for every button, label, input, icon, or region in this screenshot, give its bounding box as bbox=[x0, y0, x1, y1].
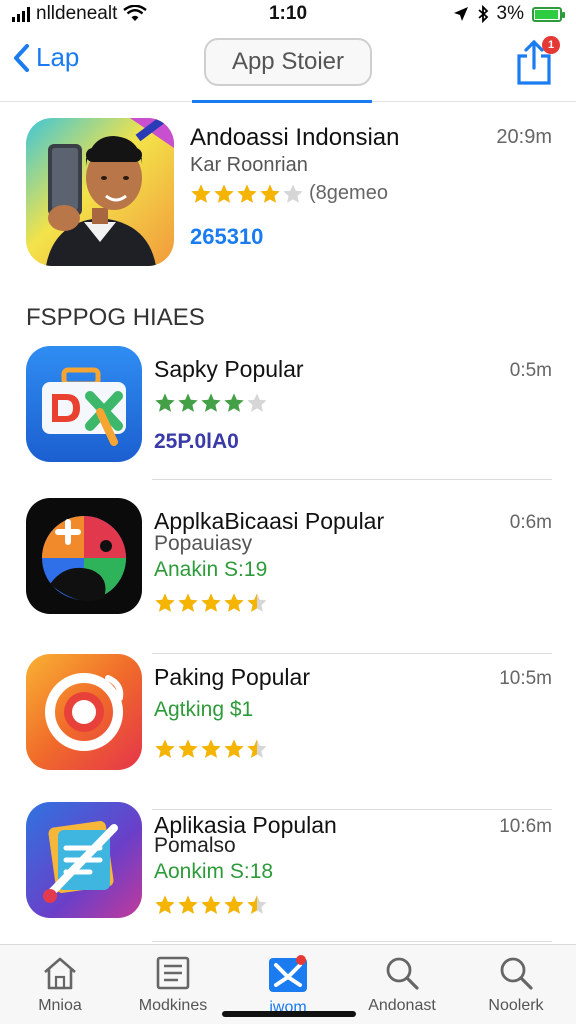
featured-app-price[interactable]: 265310 bbox=[190, 224, 263, 250]
list-item[interactable]: Aplikasia Populan 10:6m Pomalso Aonkim S… bbox=[26, 802, 556, 942]
list-item[interactable]: Sapky Popular 0:5m 25P.0lA0 bbox=[26, 346, 556, 480]
featured-app-name: Andoassi Indonsian bbox=[190, 124, 400, 151]
tab-search[interactable]: Andonast bbox=[352, 955, 452, 1015]
star-icon bbox=[155, 593, 175, 612]
star-icon bbox=[191, 183, 211, 203]
tab-apps[interactable]: iwom bbox=[238, 955, 338, 1017]
app-rating bbox=[154, 592, 269, 614]
star-icon bbox=[247, 393, 267, 412]
home-indicator bbox=[222, 1011, 356, 1017]
tab-label: Mnioa bbox=[38, 997, 82, 1014]
star-icon bbox=[178, 393, 198, 412]
featured-app-time: 20:9m bbox=[496, 126, 552, 148]
tab-home[interactable]: Mnioa bbox=[10, 955, 110, 1015]
app-rating bbox=[154, 894, 269, 916]
star-icon bbox=[201, 593, 221, 612]
star-icon bbox=[155, 393, 175, 412]
chevron-left-icon bbox=[14, 43, 29, 72]
featured-app-subtitle: Kar Roonrian bbox=[190, 154, 308, 176]
app-name: Sapky Popular bbox=[154, 356, 304, 382]
battery-icon bbox=[532, 6, 565, 22]
star-icon bbox=[178, 739, 198, 758]
share-button[interactable]: 1 bbox=[514, 36, 560, 86]
app-rating bbox=[154, 738, 269, 760]
app-subtitle: Pomalso bbox=[154, 834, 236, 857]
battery-percent: 3% bbox=[496, 3, 524, 24]
app-time: 10:5m bbox=[499, 668, 552, 689]
app-name: ApplkaBicaasi Popular bbox=[154, 508, 385, 534]
app-icon bbox=[26, 654, 142, 770]
tab-list[interactable]: Modkines bbox=[123, 955, 223, 1015]
app-time: 10:6m bbox=[499, 816, 552, 837]
app-time: 0:6m bbox=[509, 512, 552, 533]
app-rating bbox=[154, 392, 269, 414]
star-icon bbox=[178, 895, 198, 914]
tab-label: Andonast bbox=[368, 997, 436, 1014]
star-rating bbox=[154, 738, 269, 760]
featured-app-image bbox=[26, 118, 174, 266]
divider bbox=[152, 941, 552, 942]
star-icon bbox=[201, 739, 221, 758]
featured-rating-count: (8gemeo bbox=[309, 182, 388, 204]
status-right: 3% bbox=[453, 3, 565, 25]
app-price[interactable]: 25P.0lA0 bbox=[154, 430, 239, 454]
star-rating bbox=[154, 392, 269, 414]
star-icon bbox=[247, 593, 267, 612]
star-icon bbox=[224, 393, 244, 412]
featured-app-rating: (8gemeo bbox=[190, 182, 388, 205]
star-icon bbox=[260, 183, 280, 203]
back-button[interactable]: Lap bbox=[12, 42, 79, 73]
app-name: Paking Popular bbox=[154, 664, 310, 690]
star-icon bbox=[155, 739, 175, 758]
star-icon bbox=[224, 739, 244, 758]
app-icon bbox=[26, 802, 142, 918]
search-icon bbox=[500, 957, 533, 990]
star-icon bbox=[178, 593, 198, 612]
search-icon bbox=[386, 957, 419, 990]
tab-label: Modkines bbox=[138, 997, 208, 1014]
star-icon bbox=[247, 739, 267, 758]
tab-label: Noolerk bbox=[488, 997, 544, 1014]
star-icon bbox=[224, 895, 244, 914]
featured-app[interactable]: Andoassi Indonsian 20:9m Kar Roonrian (8… bbox=[26, 118, 556, 268]
tab-search-2[interactable]: Noolerk bbox=[466, 955, 566, 1015]
app-icon bbox=[26, 498, 142, 614]
star-icon bbox=[201, 895, 221, 914]
star-rating bbox=[154, 894, 269, 916]
app-time: 0:5m bbox=[509, 360, 552, 381]
store-title[interactable]: App Stoier bbox=[204, 38, 372, 86]
status-bar: nlldenealt 1:10 3% bbox=[0, 0, 576, 28]
notification-badge: 1 bbox=[542, 36, 560, 54]
nav-bar: Lap App Stoier 1 bbox=[0, 30, 576, 103]
list-item[interactable]: Paking Popular 10:5m Agtking $1 bbox=[26, 654, 556, 810]
app-icon bbox=[26, 346, 142, 462]
star-icon bbox=[201, 393, 221, 412]
bluetooth-icon bbox=[477, 5, 488, 23]
section-title: FSPPOG HIAES bbox=[26, 304, 205, 331]
list-item[interactable]: ApplkaBicaasi Popular 0:6m Popauiasy Ana… bbox=[26, 498, 556, 654]
star-icon bbox=[283, 183, 303, 203]
app-developer: Agtking $1 bbox=[154, 698, 254, 721]
home-icon bbox=[44, 957, 76, 990]
location-icon bbox=[453, 7, 468, 21]
app-subtitle: Popauiasy bbox=[154, 532, 253, 555]
star-icon bbox=[155, 895, 175, 914]
app-developer: Anakin S:19 bbox=[154, 558, 268, 581]
star-icon bbox=[224, 593, 244, 612]
star-icon bbox=[247, 895, 267, 914]
star-rating bbox=[190, 183, 305, 205]
apps-icon bbox=[269, 955, 307, 992]
divider bbox=[152, 479, 552, 480]
star-rating bbox=[154, 592, 269, 614]
star-icon bbox=[214, 183, 234, 203]
app-developer: Aonkim S:18 bbox=[154, 860, 274, 883]
back-label: Lap bbox=[36, 42, 80, 72]
nav-underline bbox=[192, 100, 372, 103]
star-icon bbox=[237, 183, 257, 203]
list-icon bbox=[156, 956, 190, 990]
